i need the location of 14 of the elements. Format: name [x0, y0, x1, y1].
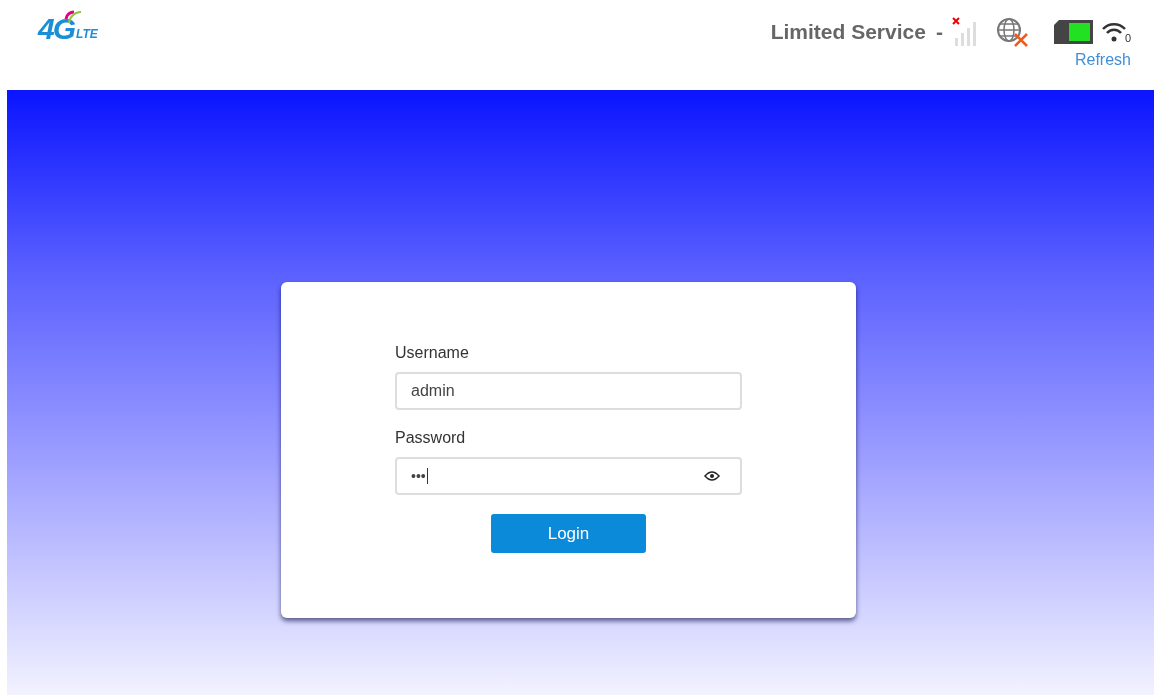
- password-label: Password: [395, 429, 467, 448]
- globe-disconnected-icon: [994, 17, 1031, 47]
- sim-card-icon: [1052, 19, 1095, 45]
- logo: 4GLTE: [38, 10, 98, 44]
- password-field[interactable]: •••: [395, 457, 742, 495]
- login-button[interactable]: Login: [491, 514, 646, 553]
- wifi-icon: [1100, 21, 1127, 43]
- username-field[interactable]: admin: [395, 372, 742, 410]
- wifi-client-count: 0: [1124, 32, 1131, 44]
- separator: -: [935, 20, 943, 44]
- username-label: Username: [395, 344, 470, 363]
- show-password-icon[interactable]: [704, 471, 720, 481]
- refresh-link[interactable]: Refresh: [1074, 51, 1131, 69]
- status-text: Limited Service: [770, 20, 926, 44]
